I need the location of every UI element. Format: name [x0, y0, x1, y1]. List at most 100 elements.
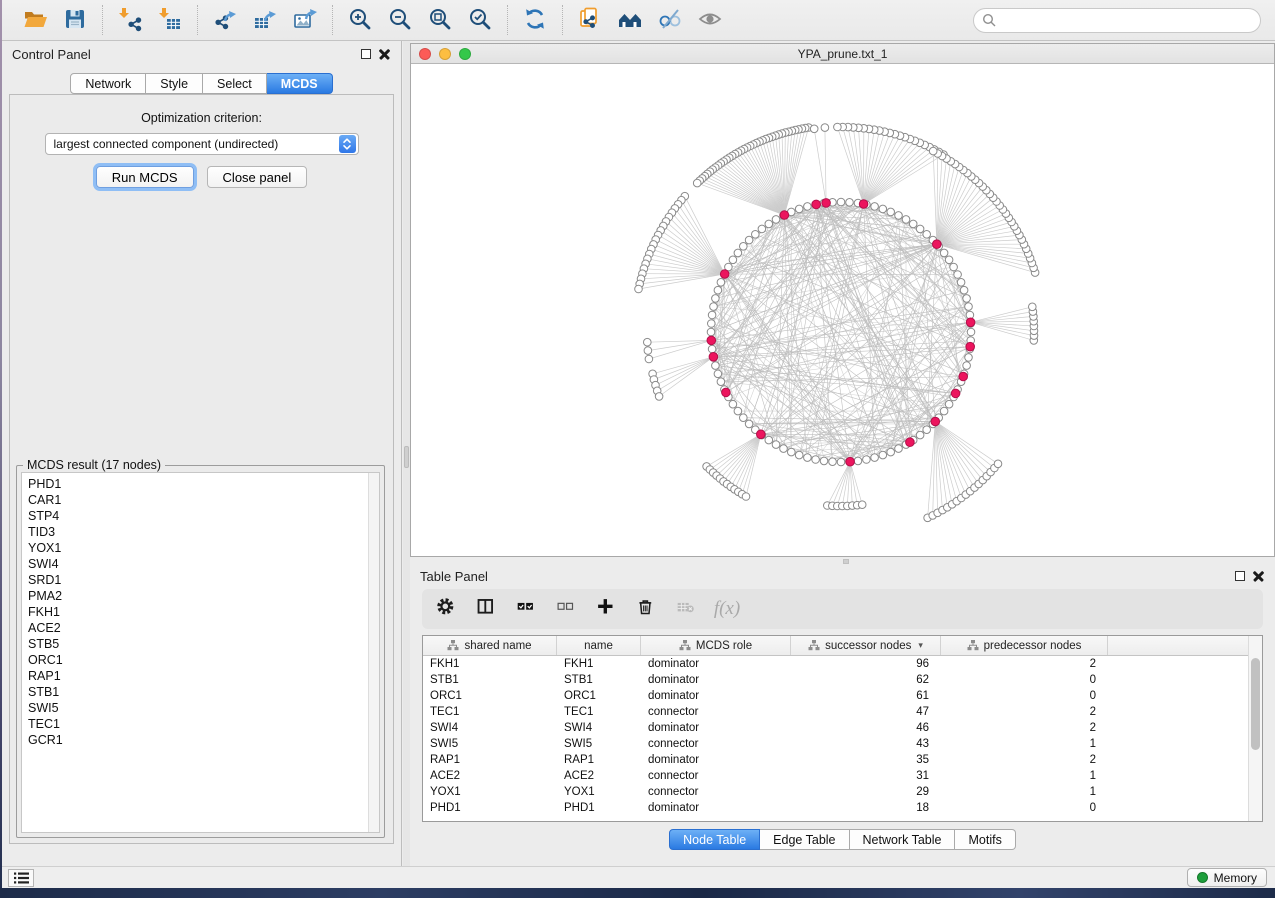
shared-column-icon — [679, 640, 691, 651]
table-row[interactable]: PHD1PHD1dominator180 — [423, 800, 1248, 816]
result-list-item[interactable]: SRD1 — [28, 572, 368, 588]
table-cell: dominator — [641, 800, 791, 816]
add-column-button[interactable] — [592, 594, 622, 624]
import-table-button[interactable] — [153, 4, 187, 36]
result-list-item[interactable]: ORC1 — [28, 652, 368, 668]
tab-edge-table[interactable]: Edge Table — [760, 829, 849, 850]
open-file-icon — [22, 6, 48, 35]
delete-table-icon — [676, 597, 698, 622]
search-input[interactable] — [1001, 13, 1252, 27]
horizontal-splitter[interactable] — [410, 557, 1275, 565]
tab-mcds[interactable]: MCDS — [267, 73, 333, 94]
table-cell: 0 — [941, 688, 1108, 704]
column-header-shared-name[interactable]: shared name — [423, 636, 557, 655]
export-network-icon — [212, 6, 238, 35]
export-network-button[interactable] — [208, 4, 242, 36]
result-list-item[interactable]: ACE2 — [28, 620, 368, 636]
result-list-item[interactable]: STP4 — [28, 508, 368, 524]
result-list-item[interactable]: TID3 — [28, 524, 368, 540]
network-canvas[interactable] — [411, 64, 1274, 556]
deselect-all-button[interactable] — [552, 594, 582, 624]
mcds-result-list[interactable]: PHD1CAR1STP4TID3YOX1SWI4SRD1PMA2FKH1ACE2… — [21, 472, 380, 833]
table-row[interactable]: RAP1RAP1dominator352 — [423, 752, 1248, 768]
column-header-successor-nodes[interactable]: successor nodes▾ — [791, 636, 941, 655]
table-panel: Table Panel f(x) shared namename MCDS ro… — [410, 565, 1275, 866]
close-panel-icon[interactable] — [379, 48, 391, 60]
open-file-button[interactable] — [18, 4, 52, 36]
table-cell: SWI4 — [423, 720, 557, 736]
hide-selected-button[interactable] — [653, 4, 687, 36]
column-header-name[interactable]: name — [557, 636, 641, 655]
mcds-list-scrollbar[interactable] — [368, 473, 379, 832]
result-list-item[interactable]: STB5 — [28, 636, 368, 652]
result-list-item[interactable]: GCR1 — [28, 732, 368, 748]
export-table-button[interactable] — [248, 4, 282, 36]
export-image-button[interactable] — [288, 4, 322, 36]
table-cell: dominator — [641, 656, 791, 672]
zoom-selected-button[interactable] — [463, 4, 497, 36]
scrollbar-thumb[interactable] — [1251, 658, 1260, 750]
result-list-item[interactable]: YOX1 — [28, 540, 368, 556]
column-header-MCDS-role[interactable]: MCDS role — [641, 636, 791, 655]
table-row[interactable]: SWI4SWI4dominator462 — [423, 720, 1248, 736]
tab-style[interactable]: Style — [146, 73, 203, 94]
first-neighbors-button[interactable] — [613, 4, 647, 36]
table-row[interactable]: FKH1FKH1dominator962 — [423, 656, 1248, 672]
tab-motifs[interactable]: Motifs — [955, 829, 1015, 850]
result-list-item[interactable]: PMA2 — [28, 588, 368, 604]
memory-button[interactable]: Memory — [1187, 868, 1267, 887]
memory-button-label: Memory — [1214, 871, 1257, 885]
network-from-clipboard-button[interactable] — [573, 4, 607, 36]
column-header-predecessor-nodes[interactable]: predecessor nodes — [941, 636, 1108, 655]
splitter-grip[interactable] — [404, 446, 409, 468]
float-panel-icon[interactable] — [361, 49, 371, 59]
save-session-icon — [62, 6, 88, 35]
column-layout-button[interactable] — [472, 594, 502, 624]
save-session-button[interactable] — [58, 4, 92, 36]
result-list-item[interactable]: TEC1 — [28, 716, 368, 732]
table-row[interactable]: SWI5SWI5connector431 — [423, 736, 1248, 752]
task-history-button[interactable] — [8, 869, 34, 887]
dropdown-stepper-icon — [339, 135, 356, 153]
close-panel-button[interactable]: Close panel — [207, 166, 308, 188]
result-list-item[interactable]: STB1 — [28, 684, 368, 700]
search-box[interactable] — [973, 8, 1261, 33]
select-all-button[interactable] — [512, 594, 542, 624]
export-table-icon — [252, 6, 278, 35]
import-network-button[interactable] — [113, 4, 147, 36]
result-list-item[interactable]: SWI4 — [28, 556, 368, 572]
result-list-item[interactable]: PHD1 — [28, 476, 368, 492]
close-panel-icon[interactable] — [1253, 570, 1265, 582]
result-list-item[interactable]: RAP1 — [28, 668, 368, 684]
zoom-in-button[interactable] — [343, 4, 377, 36]
criterion-dropdown[interactable]: largest connected component (undirected) — [45, 133, 359, 155]
tab-select[interactable]: Select — [203, 73, 267, 94]
table-body: FKH1FKH1dominator962STB1STB1dominator620… — [423, 656, 1248, 821]
table-row[interactable]: ORC1ORC1dominator610 — [423, 688, 1248, 704]
result-list-item[interactable]: SWI5 — [28, 700, 368, 716]
network-window-titlebar[interactable]: YPA_prune.txt_1 — [411, 44, 1274, 64]
vertical-splitter[interactable] — [403, 41, 410, 866]
delete-button[interactable] — [632, 594, 662, 624]
table-row[interactable]: YOX1YOX1connector291 — [423, 784, 1248, 800]
refresh-button[interactable] — [518, 4, 552, 36]
tab-network-table[interactable]: Network Table — [850, 829, 956, 850]
gear-button[interactable] — [432, 594, 462, 624]
float-panel-icon[interactable] — [1235, 571, 1245, 581]
run-mcds-button[interactable]: Run MCDS — [96, 166, 194, 188]
fx-function-button: f(x) — [712, 594, 742, 624]
tab-network[interactable]: Network — [70, 73, 146, 94]
table-scrollbar[interactable] — [1248, 636, 1262, 821]
zoom-fit-button[interactable] — [423, 4, 457, 36]
table-cell: 46 — [791, 720, 941, 736]
result-list-item[interactable]: CAR1 — [28, 492, 368, 508]
import-table-icon — [157, 6, 183, 35]
splitter-grip[interactable] — [843, 559, 849, 564]
table-row[interactable]: TEC1TEC1connector472 — [423, 704, 1248, 720]
zoom-out-button[interactable] — [383, 4, 417, 36]
tab-node-table[interactable]: Node Table — [669, 829, 760, 850]
result-list-item[interactable]: FKH1 — [28, 604, 368, 620]
table-row[interactable]: STB1STB1dominator620 — [423, 672, 1248, 688]
table-row[interactable]: ACE2ACE2connector311 — [423, 768, 1248, 784]
show-all-button[interactable] — [693, 4, 727, 36]
